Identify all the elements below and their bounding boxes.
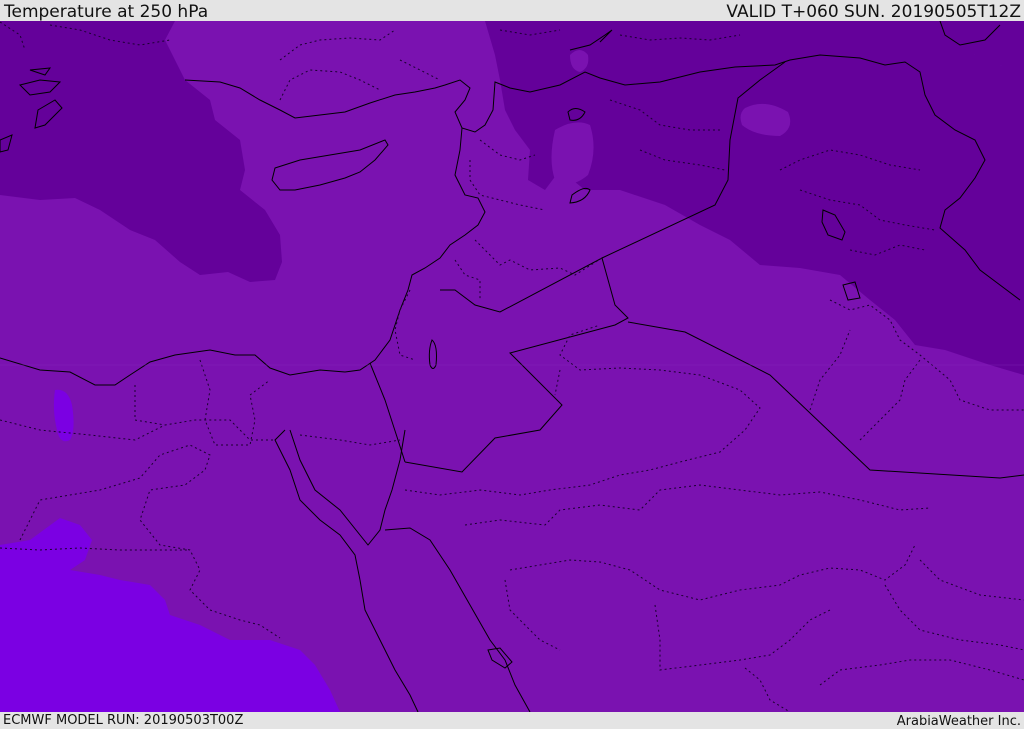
credit-label: ArabiaWeather Inc. [896, 714, 1021, 729]
valid-time-label: VALID T+060 SUN. 20190505T12Z [726, 2, 1021, 22]
temperature-field-eddy-2 [551, 122, 594, 184]
chart-title: Temperature at 250 hPa [4, 2, 209, 22]
header-bar: Temperature at 250 hPa VALID T+060 SUN. … [0, 0, 1024, 21]
model-run-label: ECMWF MODEL RUN: 20190503T00Z [3, 713, 244, 728]
footer-bar: ECMWF MODEL RUN: 20190503T00Z ArabiaWeat… [0, 712, 1024, 729]
map-canvas[interactable] [0, 21, 1024, 712]
